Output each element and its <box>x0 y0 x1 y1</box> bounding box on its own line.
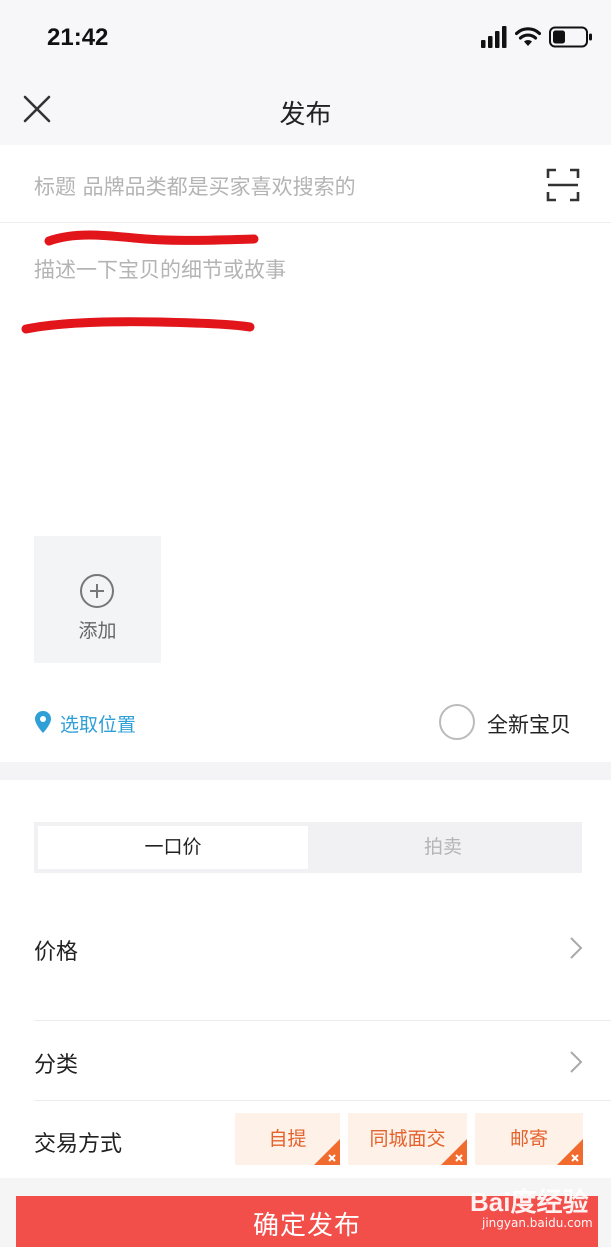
trade-option-local-meetup[interactable]: 同城面交 <box>348 1113 467 1165</box>
selected-corner-icon <box>557 1139 583 1165</box>
price-label: 价格 <box>34 940 79 965</box>
red-scribble-mark <box>21 317 255 334</box>
trade-option-label: 同城面交 <box>369 1128 446 1150</box>
trade-option-label: 自提 <box>268 1128 307 1150</box>
category-label: 分类 <box>34 1053 79 1078</box>
plus-circle-icon <box>80 574 114 608</box>
category-row[interactable]: 分类 <box>34 1022 611 1100</box>
add-photo-label: 添加 <box>78 620 117 642</box>
divider <box>34 1100 611 1101</box>
price-row[interactable]: 价格 <box>34 920 611 1020</box>
tab-fixed-price[interactable]: 一口价 <box>38 826 308 869</box>
chevron-right-icon <box>570 937 583 959</box>
selected-corner-icon <box>314 1139 340 1165</box>
trade-option-mail[interactable]: 邮寄 <box>475 1113 583 1165</box>
page-title: 发布 <box>279 100 332 130</box>
trade-option-label: 邮寄 <box>509 1128 548 1150</box>
scan-icon[interactable] <box>545 167 581 203</box>
status-icons <box>481 26 593 50</box>
tab-auction[interactable]: 拍卖 <box>308 826 578 869</box>
wifi-icon <box>515 27 541 46</box>
title-input[interactable]: 标题 品牌品类都是买家喜欢搜索的 <box>34 171 356 201</box>
price-mode-segment: 一口价 拍卖 <box>34 822 582 873</box>
section-divider <box>0 762 611 780</box>
status-bar: 21:42 <box>0 0 611 80</box>
status-time: 21:42 <box>47 24 109 51</box>
red-scribble-mark <box>44 230 259 246</box>
description-input[interactable]: 描述一下宝贝的细节或故事 <box>34 254 286 284</box>
radio-circle-icon <box>439 704 475 740</box>
trade-method-label: 交易方式 <box>34 1132 123 1157</box>
location-label: 选取位置 <box>60 714 137 736</box>
title-row: 标题 品牌品类都是买家喜欢搜索的 <box>0 145 611 223</box>
selected-corner-icon <box>441 1139 467 1165</box>
nav-bar: 发布 <box>0 80 611 145</box>
chevron-right-icon <box>570 1051 583 1073</box>
add-photo-button[interactable]: 添加 <box>34 536 161 663</box>
publish-button[interactable]: 确定发布 <box>16 1196 598 1247</box>
location-pin-icon <box>35 711 51 733</box>
trade-option-self-pickup[interactable]: 自提 <box>235 1113 340 1165</box>
battery-icon <box>549 26 592 48</box>
brand-new-label: 全新宝贝 <box>487 713 571 737</box>
signal-icon <box>481 26 507 48</box>
divider <box>34 1020 611 1021</box>
